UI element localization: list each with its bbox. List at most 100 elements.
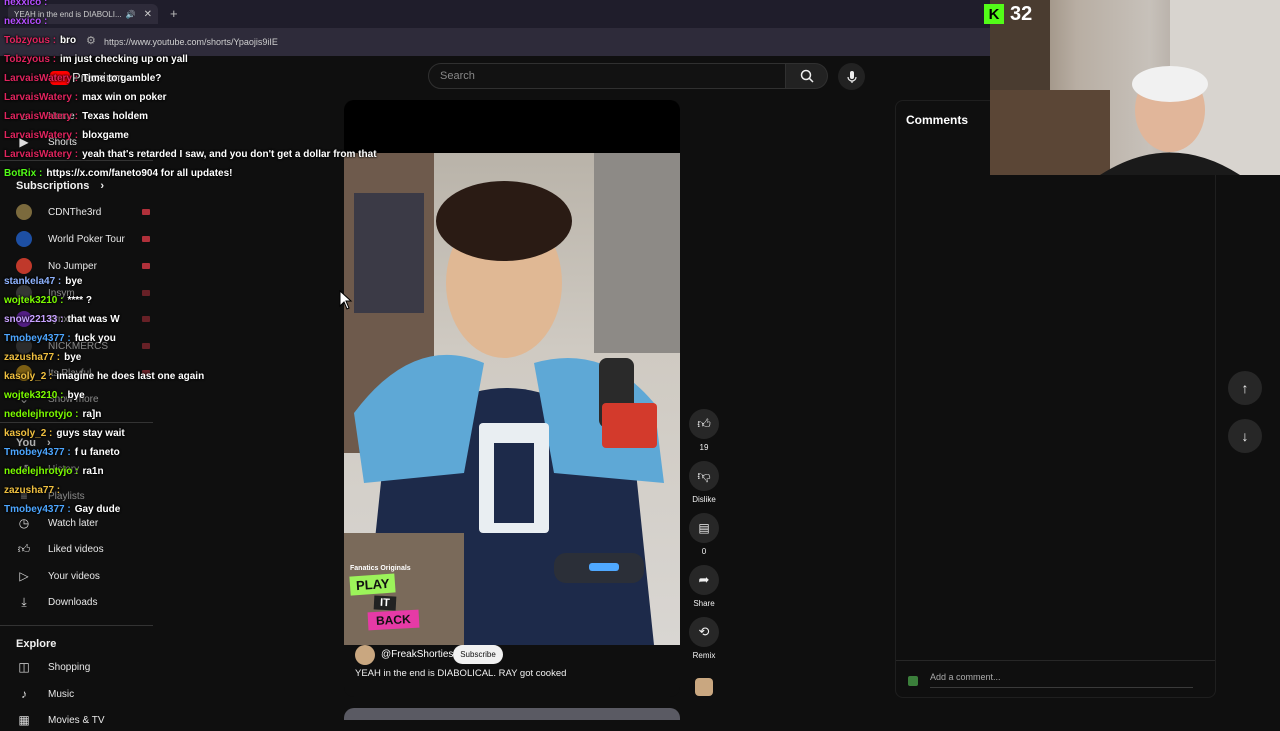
chat-text: yeah that's retarded I saw, and you don'… (82, 149, 377, 160)
sidebar-divider (0, 422, 153, 423)
channel-name[interactable]: @FreakShorties (381, 649, 453, 660)
chat-username[interactable]: BotRix : (4, 168, 42, 179)
chat-username[interactable]: Tobzyous : (4, 54, 56, 65)
chat-username[interactable]: snow22133 : (4, 314, 63, 325)
film-icon: ▦ (18, 713, 30, 727)
chat-message: Tmobey4377 : Gay dude (4, 504, 120, 515)
url-text[interactable]: https://www.youtube.com/shorts/Ypaojis9i… (104, 37, 278, 47)
microphone-icon (846, 70, 857, 83)
chat-username[interactable]: zazusha77 : (4, 352, 60, 363)
bag-icon: ◫ (18, 660, 30, 674)
chat-message: Tobzyous : im just checking up on yall (4, 54, 188, 65)
chat-message: Tmobey4377 :f u faneto (4, 447, 120, 458)
chat-text: f u faneto (74, 447, 120, 458)
dislike-button[interactable]: 👎︎ Dislike (688, 461, 720, 504)
chat-username[interactable]: nedelejhrotyjo : (4, 409, 78, 420)
sidebar-item-your-videos[interactable]: ▷ Your videos (16, 565, 156, 587)
sidebar-item-movies[interactable]: ▦ Movies & TV (16, 709, 156, 731)
close-tab-icon[interactable]: ✕ (144, 9, 152, 20)
comments-title: Comments (906, 113, 969, 127)
sidebar-item-subscription[interactable]: CDNThe3rd (16, 201, 156, 223)
sidebar-item-label: Liked videos (48, 543, 104, 555)
new-tab-icon[interactable]: + (170, 6, 178, 21)
next-short-button[interactable]: ↓ (1228, 419, 1262, 453)
chat-message: LarvaisWatery : max win on poker (4, 92, 167, 103)
chat-username[interactable]: stankela47 : (4, 276, 61, 287)
chat-username[interactable]: wojtek3210 : (4, 390, 63, 401)
chat-username[interactable]: kasoly_2 : (4, 428, 52, 439)
dislike-label: Dislike (692, 495, 716, 504)
add-comment-input[interactable]: Add a comment... (930, 672, 1001, 682)
chat-username[interactable]: nexxico : (4, 16, 47, 27)
chat-username[interactable]: zazusha77 : (4, 485, 60, 496)
chat-text: bye (65, 276, 83, 287)
chat-username[interactable]: Tmobey4377 : (4, 504, 71, 515)
comments-button[interactable]: ▤ 0 (688, 513, 720, 556)
chat-message: nexxico : (4, 0, 51, 8)
sidebar-item-watch-later[interactable]: ◷ Watch later (16, 512, 156, 534)
search-button[interactable] (786, 63, 828, 89)
chat-username[interactable]: LarvaisWatery : (4, 149, 78, 160)
channel-avatar[interactable] (355, 645, 375, 665)
chevron-right-icon: › (100, 180, 105, 192)
chat-username[interactable]: LarvaisWatery : (4, 130, 78, 141)
chat-username[interactable]: LarvaisWatery : (4, 111, 78, 122)
chat-text: imagine he does last one again (56, 371, 205, 382)
mouse-cursor-icon (339, 290, 353, 310)
sidebar-item-label: Watch later (48, 517, 99, 529)
chat-text: Gay dude (74, 504, 121, 515)
sidebar-divider (0, 625, 153, 626)
sidebar-item-liked-videos[interactable]: 👍︎ Liked videos (16, 538, 156, 560)
thumbs-down-icon: 👎︎ (697, 468, 711, 483)
comment-icon: ▤ (698, 521, 710, 535)
sidebar-item-label: Your videos (48, 570, 100, 582)
next-short-preview[interactable] (344, 708, 680, 720)
chat-username[interactable]: kasoly_2 : (4, 371, 52, 382)
sidebar-divider (0, 160, 153, 161)
subscriptions-heading[interactable]: Subscriptions › (16, 180, 104, 192)
previous-short-button[interactable]: ↑ (1228, 371, 1262, 405)
short-video-player[interactable]: Fanatics Originals PLAY IT BACK (344, 153, 680, 645)
subscription-label: No Jumper (48, 260, 97, 272)
chat-username[interactable]: LarvaisWatery : (4, 92, 78, 103)
viewer-count: 32 (1010, 2, 1033, 25)
remix-button[interactable]: ⟲ Remix (688, 617, 720, 660)
chat-username[interactable]: Tobzyous : (4, 35, 56, 46)
sidebar-item-music[interactable]: ♪ Music (16, 683, 156, 705)
kick-viewer-badge: K 32 (984, 0, 1054, 28)
speaker-icon[interactable]: 🔊 (126, 10, 136, 19)
chat-username[interactable]: Tmobey4377 : (4, 333, 71, 344)
chat-username[interactable]: wojtek3210 : (4, 295, 63, 306)
chat-text: bye (64, 352, 82, 363)
chat-message: LarvaisWatery : yeah that's retarded I sa… (4, 149, 377, 160)
sidebar-item-subscription[interactable]: World Poker Tour (16, 228, 156, 250)
like-button[interactable]: 👍︎ 19 (688, 409, 720, 452)
sidebar-item-shopping[interactable]: ◫ Shopping (16, 656, 156, 678)
voice-search-button[interactable] (838, 63, 865, 90)
chat-text: ra1n (82, 466, 104, 477)
comments-panel (895, 100, 1216, 698)
video-title[interactable]: YEAH in the end is DIABOLICAL. RAY got c… (355, 668, 566, 679)
chat-username[interactable]: Tmobey4377 : (4, 447, 71, 458)
chat-text: bye (67, 390, 85, 401)
site-info-icon[interactable]: ⚙ (86, 34, 96, 47)
chat-text: Time to gamble? (82, 73, 162, 84)
chat-username[interactable]: nexxico : (4, 0, 47, 8)
subscription-label: World Poker Tour (48, 233, 125, 245)
sidebar-item-subscription[interactable]: No Jumper (16, 255, 156, 277)
chat-username[interactable]: LarvaisWatery : (4, 73, 78, 84)
chat-text: im just checking up on yall (60, 54, 188, 65)
chat-text: that was W (67, 314, 120, 325)
search-input[interactable]: Search (428, 63, 786, 89)
live-indicator-icon (142, 209, 150, 215)
sound-thumbnail[interactable] (695, 678, 713, 696)
chat-message: nexxico : (4, 16, 51, 27)
chat-username[interactable]: nedelejhrotyjo : (4, 466, 78, 477)
chat-text: guys stay wait (56, 428, 125, 439)
share-button[interactable]: ➦ Share (688, 565, 720, 608)
subscribe-button[interactable]: Subscribe (453, 645, 503, 664)
chat-message: LarvaisWatery : bloxgame (4, 130, 129, 141)
chat-message: nedelejhrotyjo : ra]n (4, 409, 101, 420)
chat-message: Tmobey4377 : fuck you (4, 333, 116, 344)
sidebar-item-downloads[interactable]: ⤓ Downloads (16, 591, 156, 613)
